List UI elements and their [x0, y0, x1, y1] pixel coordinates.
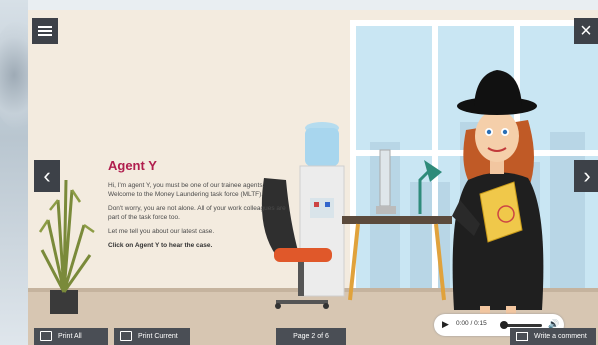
- menu-button[interactable]: [32, 18, 58, 44]
- intro-paragraph: Let me tell you about our latest case.: [108, 228, 215, 235]
- click-instruction: Click on Agent Y to hear the case.: [108, 242, 213, 249]
- audio-time: 0:00 / 0:15: [456, 320, 487, 327]
- comment-icon: [516, 331, 528, 341]
- intro-paragraph: Don't worry, you are not alone. All of y…: [108, 205, 286, 221]
- print-all-label: Print All: [58, 333, 82, 340]
- plant-illustration: [38, 179, 95, 314]
- desk-illustration: [342, 149, 452, 301]
- audio-progress-track[interactable]: [504, 324, 542, 327]
- intro-paragraph: Hi, I'm agent Y, you must be one of our …: [108, 182, 265, 198]
- page-indicator: Page 2 of 6: [276, 328, 346, 345]
- intro-text-block: Agent Y Hi, I'm agent Y, you must be one…: [108, 158, 286, 255]
- close-button[interactable]: ×: [574, 18, 598, 44]
- printer-icon: [120, 331, 132, 342]
- hamburger-icon: [38, 26, 52, 28]
- bottom-toolbar: Print All Print Current Page 2 of 6 ▶ 0:…: [28, 314, 598, 345]
- desktop-background: [0, 0, 50, 345]
- print-all-button[interactable]: Print All: [34, 328, 108, 345]
- print-current-label: Print Current: [138, 333, 178, 340]
- agent-title: Agent Y: [108, 158, 157, 173]
- previous-slide-button[interactable]: ‹: [34, 160, 60, 192]
- audio-progress-handle[interactable]: [500, 321, 508, 329]
- next-slide-button[interactable]: ›: [574, 160, 598, 192]
- water-cooler-illustration: [299, 122, 345, 297]
- hamburger-icon: [38, 34, 52, 36]
- hamburger-icon: [38, 30, 52, 32]
- print-current-button[interactable]: Print Current: [114, 328, 190, 345]
- course-slide: Agent Y Hi, I'm agent Y, you must be one…: [28, 10, 598, 345]
- agent-y-character[interactable]: [452, 70, 544, 316]
- play-icon[interactable]: ▶: [442, 319, 449, 330]
- write-comment-button[interactable]: Write a comment: [510, 328, 596, 345]
- write-comment-label: Write a comment: [534, 333, 587, 340]
- printer-icon: [40, 331, 52, 342]
